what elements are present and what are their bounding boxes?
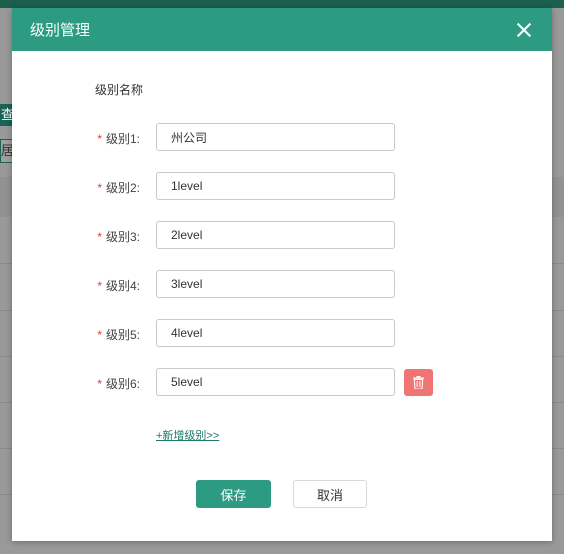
level-label: * 级别5: xyxy=(97,328,140,342)
save-button[interactable]: 保存 xyxy=(196,480,271,508)
level-1-input[interactable] xyxy=(156,123,395,151)
required-mark: * xyxy=(97,181,102,195)
level-4-input[interactable] xyxy=(156,270,395,298)
level-row-5: * 级别5: xyxy=(12,319,552,347)
dialog-header: 级别管理 xyxy=(12,8,552,51)
required-mark: * xyxy=(97,328,102,342)
add-level-link[interactable]: +新增级别>> xyxy=(156,427,219,443)
cancel-button[interactable]: 取消 xyxy=(293,480,367,508)
level-row-1: * 级别1: xyxy=(12,123,552,151)
required-mark: * xyxy=(97,377,102,391)
level-management-dialog: 级别管理 级别名称 *级别1: *级别2: *级别3: *级别4: *级别5: … xyxy=(12,8,552,541)
level-row-4: * 级别4: xyxy=(12,270,552,298)
level-label: * 级别3: xyxy=(97,230,140,244)
level-label: * 级别6: xyxy=(97,377,140,391)
trash-icon xyxy=(413,376,424,389)
level-row-3: * 级别3: xyxy=(12,221,552,249)
watermark: @稀土掘金技术社区 xyxy=(441,523,550,537)
level-5-input[interactable] xyxy=(156,319,395,347)
dialog-title: 级别管理 xyxy=(30,22,91,39)
level-3-input[interactable] xyxy=(156,221,395,249)
level-6-input[interactable] xyxy=(156,368,395,396)
level-row-6: * 级别6: xyxy=(12,368,552,396)
level-label: * 级别4: xyxy=(97,279,140,293)
delete-level-button[interactable] xyxy=(404,369,433,396)
level-label: * 级别2: xyxy=(97,181,140,195)
level-row-2: * 级别2: xyxy=(12,172,552,200)
section-label: 级别名称 xyxy=(95,83,144,97)
required-mark: * xyxy=(97,230,102,244)
required-mark: * xyxy=(97,132,102,146)
level-label: * 级别1: xyxy=(97,132,140,146)
required-mark: * xyxy=(97,279,102,293)
level-2-input[interactable] xyxy=(156,172,395,200)
close-icon[interactable] xyxy=(516,22,532,38)
background-topbar xyxy=(0,0,564,8)
